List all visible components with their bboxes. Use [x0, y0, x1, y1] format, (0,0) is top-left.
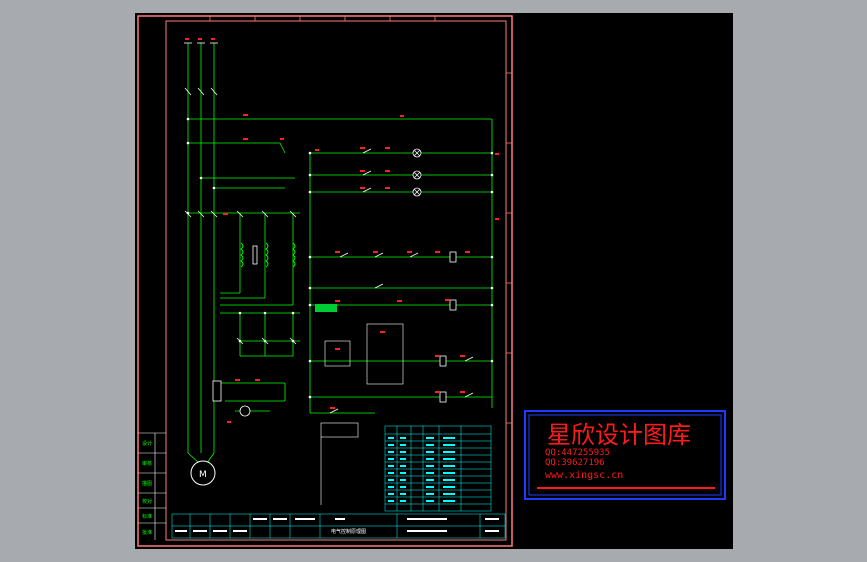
parts-list-marks [388, 437, 455, 502]
side-label: 审核 [142, 460, 152, 467]
motor-symbol: M [190, 460, 216, 486]
watermark-title: 星欣设计图库 [547, 421, 691, 449]
junction-dots [186, 117, 494, 399]
cad-viewport[interactable]: 设计 审核 描图 校对 标准 批准 M 电气控制原理图 星欣设计图库 QQ:44… [135, 13, 733, 549]
coil-symbols [240, 242, 296, 268]
side-label: 描图 [142, 480, 152, 487]
watermark-qq1: QQ:447255935 [545, 448, 610, 458]
highlighted-block [315, 304, 337, 312]
indicator-lamps [412, 148, 422, 197]
drawing-name: 电气控制原理图 [331, 528, 366, 535]
watermark: 星欣设计图库 QQ:447255935 QQ:39627196 www.xing… [524, 410, 726, 500]
side-label: 设计 [142, 440, 152, 447]
watermark-qq2: QQ:39627196 [545, 458, 605, 468]
watermark-site: www.xingsc.cn [545, 470, 623, 481]
schematic-drawing: 设计 审核 描图 校对 标准 批准 M 电气控制原理图 星欣设计图库 QQ:44… [137, 15, 726, 547]
side-label: 标准 [142, 513, 152, 520]
relay-pair-box [324, 340, 351, 367]
motor-label: M [199, 470, 207, 480]
left-side-strip-labels: 设计 审核 描图 校对 标准 批准 [142, 440, 152, 536]
zone-ticks [209, 16, 512, 424]
ammeter-symbol [239, 405, 251, 417]
terminal-box [320, 422, 359, 438]
contact-symbols [184, 42, 474, 414]
component-tag-marks [185, 38, 499, 423]
relay-coils [212, 245, 457, 403]
watermark-footer-text-line [537, 487, 715, 489]
side-label: 批准 [142, 529, 152, 536]
side-label: 校对 [142, 498, 152, 505]
